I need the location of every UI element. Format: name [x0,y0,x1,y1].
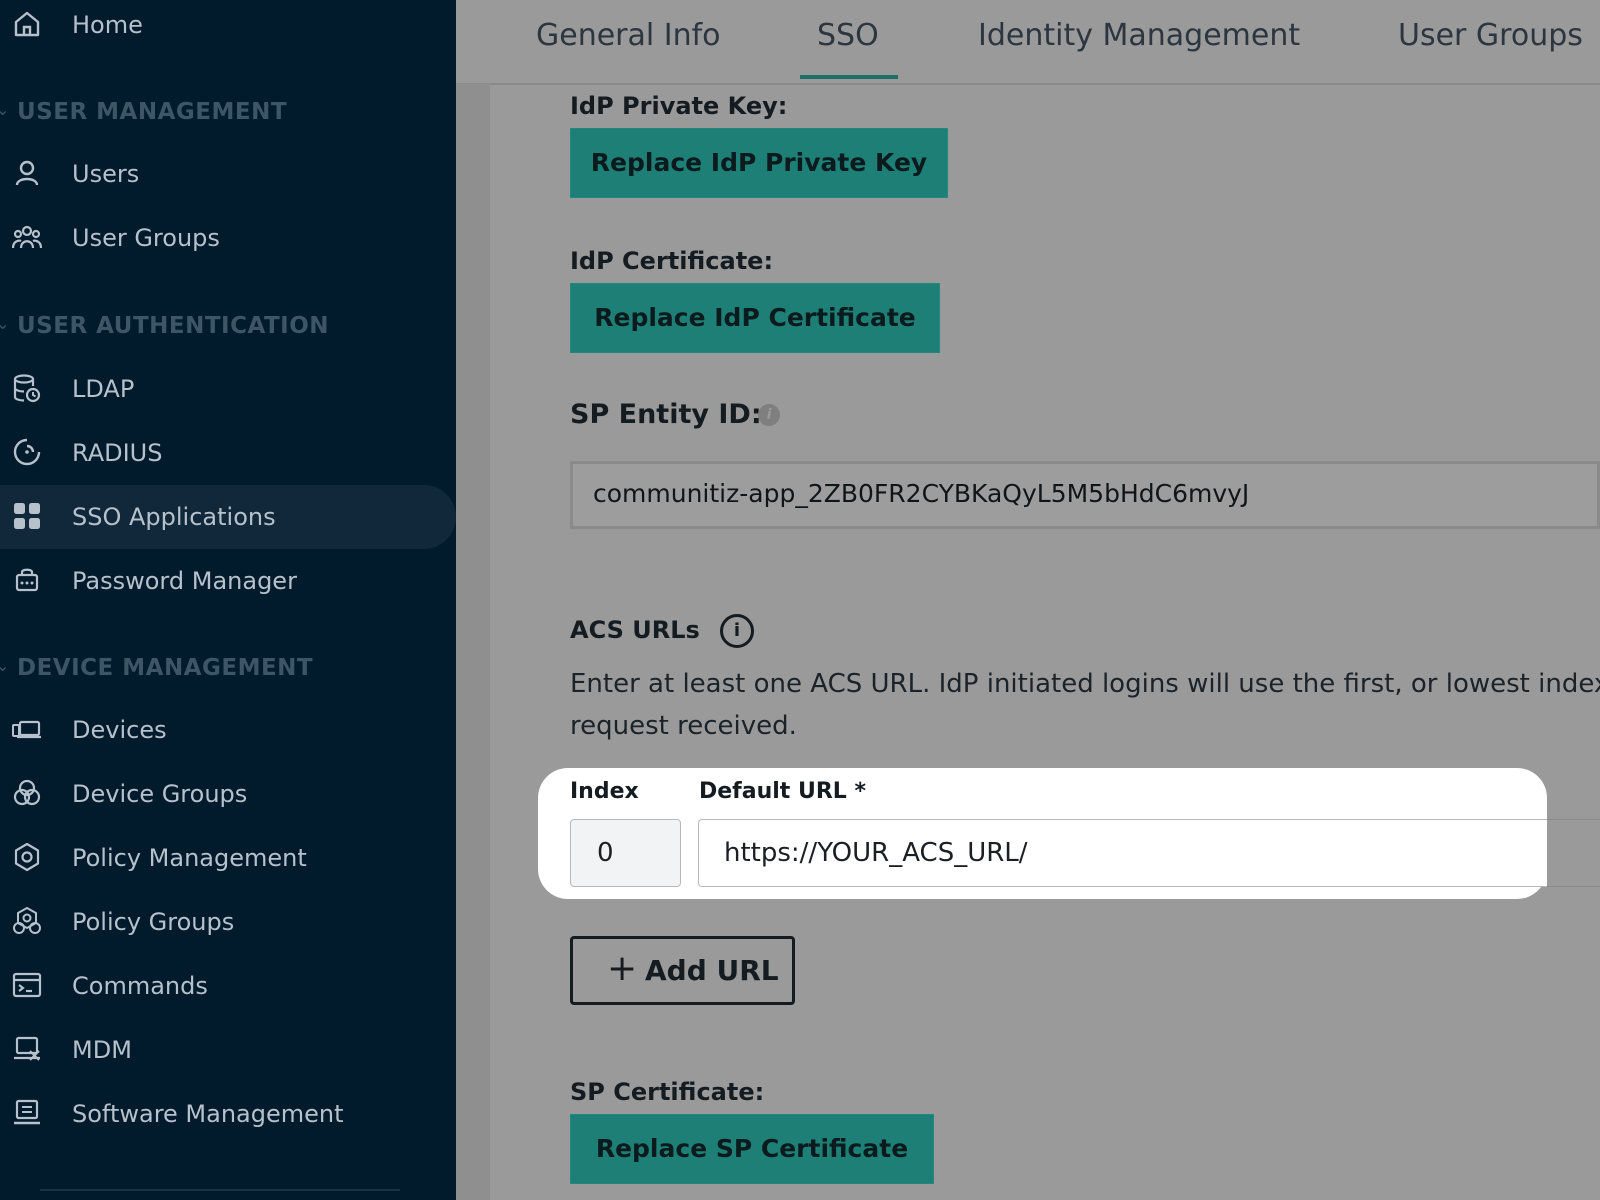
sidebar-item-policy-management[interactable]: Policy Management [0,826,456,890]
sidebar-item-label: Device Groups [72,780,248,808]
tab-identity-management[interactable]: Identity Management [978,18,1300,53]
sidebar-item-sso-applications[interactable]: SSO Applications [0,485,456,549]
sidebar-item-user-groups[interactable]: User Groups [0,206,456,270]
sidebar-item-password-manager[interactable]: Password Manager [0,549,456,613]
sidebar-item-label: Commands [72,972,208,1000]
sp-entity-id-label: SP Entity ID: [570,399,762,430]
user-icon [15,160,39,186]
add-url-button[interactable]: + Add URL [570,936,795,1005]
acs-help-text: request received. [570,711,797,741]
replace-sp-certificate-button[interactable]: Replace SP Certificate [570,1114,934,1184]
section-label: USER AUTHENTICATION [17,313,330,339]
default-url-input-overflow [1547,819,1600,887]
index-label: Index [570,779,639,804]
sidebar: Home ⌄ USER MANAGEMENT Users User Groups… [0,0,456,1200]
sidebar-item-users[interactable]: Users [0,142,456,206]
section-label: USER MANAGEMENT [17,99,288,125]
acs-urls-label: ACS URLs [570,616,700,644]
chevron-down-icon: ⌄ [0,656,10,675]
active-tab-indicator [800,75,898,79]
sidebar-item-label: User Groups [72,224,220,252]
sidebar-item-label: RADIUS [72,439,163,467]
section-device-management[interactable]: ⌄ DEVICE MANAGEMENT [0,648,456,688]
sidebar-item-ldap[interactable]: LDAP [0,357,456,421]
sidebar-item-label: Policy Management [72,844,307,872]
chevron-down-icon: ⌄ [0,314,10,333]
device-groups-icon [13,779,41,806]
sidebar-item-mdm[interactable]: MDM [0,1018,456,1082]
default-url-label: Default URL * [699,779,866,804]
content-gutter [456,84,490,1200]
section-user-authentication[interactable]: ⌄ USER AUTHENTICATION [0,306,456,346]
add-url-label: Add URL [645,954,779,987]
tab-bar: General Info SSO Identity Management Use… [456,0,1600,85]
tab-user-groups[interactable]: User Groups [1398,18,1583,53]
sidebar-item-home[interactable]: Home [0,0,456,57]
apps-grid-icon [14,503,40,529]
tab-sso[interactable]: SSO [817,18,879,53]
sidebar-item-commands[interactable]: Commands [0,954,456,1018]
sidebar-item-label: Password Manager [72,567,297,595]
idp-private-key-label: IdP Private Key: [570,92,788,120]
mdm-icon [14,1036,40,1061]
tab-general-info[interactable]: General Info [536,18,721,53]
policy-icon [14,842,40,872]
database-clock-icon [13,374,41,403]
sidebar-item-devices[interactable]: Devices [0,698,456,762]
section-user-management[interactable]: ⌄ USER MANAGEMENT [0,92,456,132]
info-icon[interactable]: i [758,404,780,426]
home-icon [14,11,40,37]
sidebar-item-policy-groups[interactable]: Policy Groups [0,890,456,954]
sidebar-item-device-groups[interactable]: Device Groups [0,762,456,826]
sp-certificate-label: SP Certificate: [570,1078,765,1106]
terminal-icon [12,972,42,998]
user-group-icon [12,225,42,249]
sidebar-item-software-management[interactable]: Software Management [0,1082,456,1146]
chevron-down-icon: ⌄ [0,100,10,119]
sidebar-item-label: Devices [72,716,167,744]
password-manager-icon [15,568,39,592]
index-input[interactable]: 0 [570,819,681,887]
idp-certificate-label: IdP Certificate: [570,247,774,275]
section-label: DEVICE MANAGEMENT [17,655,314,681]
sp-entity-id-field[interactable]: communitiz-app_2ZB0FR2CYBKaQyL5M5bHdC6mv… [570,461,1600,529]
acs-help-text: Enter at least one ACS URL. IdP initiate… [570,669,1600,699]
sidebar-item-label: LDAP [72,375,135,403]
default-url-input[interactable]: https://YOUR_ACS_URL/ [698,819,1547,887]
devices-icon [12,720,41,739]
sidebar-item-label: SSO Applications [72,503,276,531]
sidebar-item-label: Software Management [72,1100,344,1128]
plus-icon: + [607,948,638,989]
acs-info-icon[interactable]: i [720,614,754,648]
replace-idp-certificate-button[interactable]: Replace IdP Certificate [570,283,940,353]
policy-groups-icon [13,907,41,934]
sidebar-divider [40,1189,400,1191]
radius-icon [13,438,41,466]
sidebar-item-label: Policy Groups [72,908,235,936]
software-icon [14,1099,40,1125]
sidebar-item-label: MDM [72,1036,132,1064]
replace-idp-private-key-button[interactable]: Replace IdP Private Key [570,128,948,198]
sidebar-item-label: Users [72,160,140,188]
sidebar-item-radius[interactable]: RADIUS [0,421,456,485]
sidebar-item-label: Home [72,11,143,39]
